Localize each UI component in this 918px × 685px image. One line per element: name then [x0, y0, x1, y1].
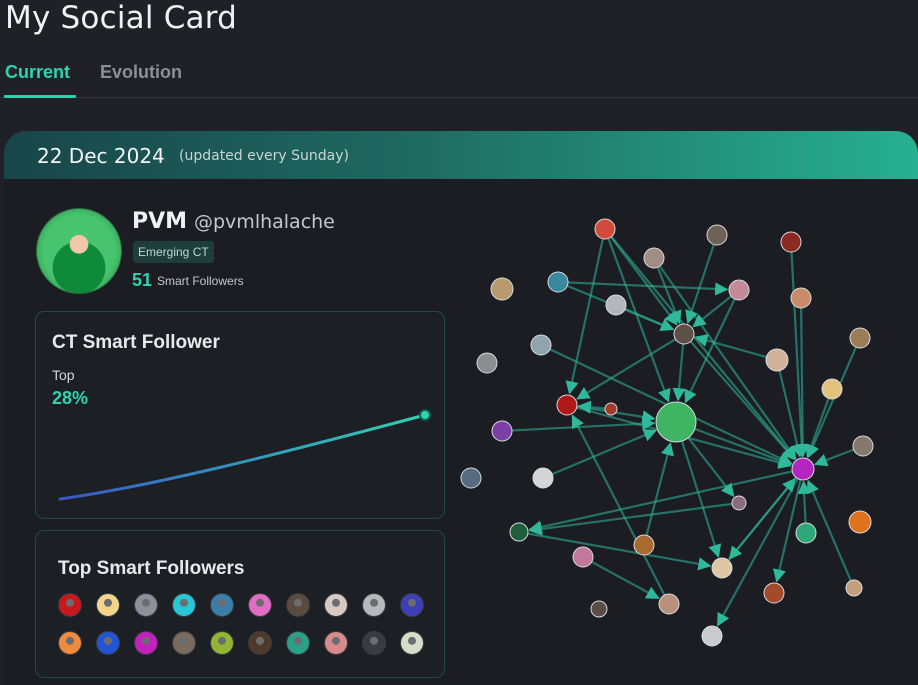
- graph-node-orange-creature[interactable]: [790, 287, 812, 309]
- social-card: 22 Dec 2024 (updated every Sunday) PVM @…: [4, 131, 918, 685]
- graph-edge: [565, 228, 607, 395]
- graph-edge: [805, 388, 834, 459]
- graph-node-owl[interactable]: [658, 593, 680, 615]
- graph-node-glasses[interactable]: [530, 334, 552, 356]
- page-title: My Social Card: [5, 0, 238, 36]
- graph-node-bw-man[interactable]: [701, 625, 723, 647]
- graph-node-pink-pig[interactable]: [572, 546, 594, 568]
- graph-node-beard-center[interactable]: [673, 323, 695, 345]
- graph-edge: [571, 414, 670, 605]
- graph-node-red-eye[interactable]: [556, 394, 578, 416]
- graph-node-red-mask[interactable]: [780, 231, 802, 253]
- graph-node-brown-face[interactable]: [849, 327, 871, 349]
- graph-node-gray-man[interactable]: [476, 352, 498, 374]
- graph-node-light-man[interactable]: [605, 294, 627, 316]
- graph-node-bald-man[interactable]: [765, 348, 789, 372]
- graph-node-dark-small[interactable]: [590, 600, 608, 618]
- tab-evolution[interactable]: Evolution: [100, 62, 182, 83]
- graph-node-pvm-center[interactable]: [655, 401, 697, 443]
- graph-node-pink-hat[interactable]: [728, 279, 750, 301]
- follower-network-graph: [460, 218, 874, 647]
- graph-edge: [685, 234, 719, 324]
- graph-node-brunette[interactable]: [633, 534, 655, 556]
- active-tab-indicator: [4, 95, 76, 98]
- graph-node-yellow-face[interactable]: [821, 378, 843, 400]
- graph-edge: [576, 333, 685, 400]
- graph-node-portrait-a[interactable]: [643, 247, 665, 269]
- graph-node-orange-sun[interactable]: [848, 510, 872, 534]
- tab-bar: Current Evolution: [0, 52, 918, 98]
- graph-node-purple-skull[interactable]: [491, 420, 513, 442]
- tab-current[interactable]: Current: [5, 62, 70, 83]
- graph-node-fox[interactable]: [763, 582, 785, 604]
- graph-edge: [518, 530, 712, 571]
- graph-node-dark-man[interactable]: [706, 224, 728, 246]
- graph-edge: [542, 429, 657, 480]
- graph-node-blue-bear[interactable]: [547, 271, 569, 293]
- graph-node-small-pixel[interactable]: [731, 495, 747, 511]
- graph-node-slate[interactable]: [460, 467, 482, 489]
- graph-node-red-hat[interactable]: [594, 218, 616, 240]
- graph-node-cat-face[interactable]: [711, 557, 733, 579]
- graph-node-tan-circle[interactable]: [490, 277, 514, 301]
- graph-node-black-hat[interactable]: [532, 467, 554, 489]
- graph-edge: [642, 442, 674, 546]
- graph-node-sunglass[interactable]: [852, 435, 874, 457]
- graph-node-teal-frog[interactable]: [795, 522, 817, 544]
- graph-node-brown-dog[interactable]: [845, 579, 863, 597]
- graph-node-dot-red[interactable]: [604, 402, 618, 416]
- graph-node-green-circle[interactable]: [509, 522, 529, 542]
- graph-node-magenta[interactable]: [791, 457, 815, 481]
